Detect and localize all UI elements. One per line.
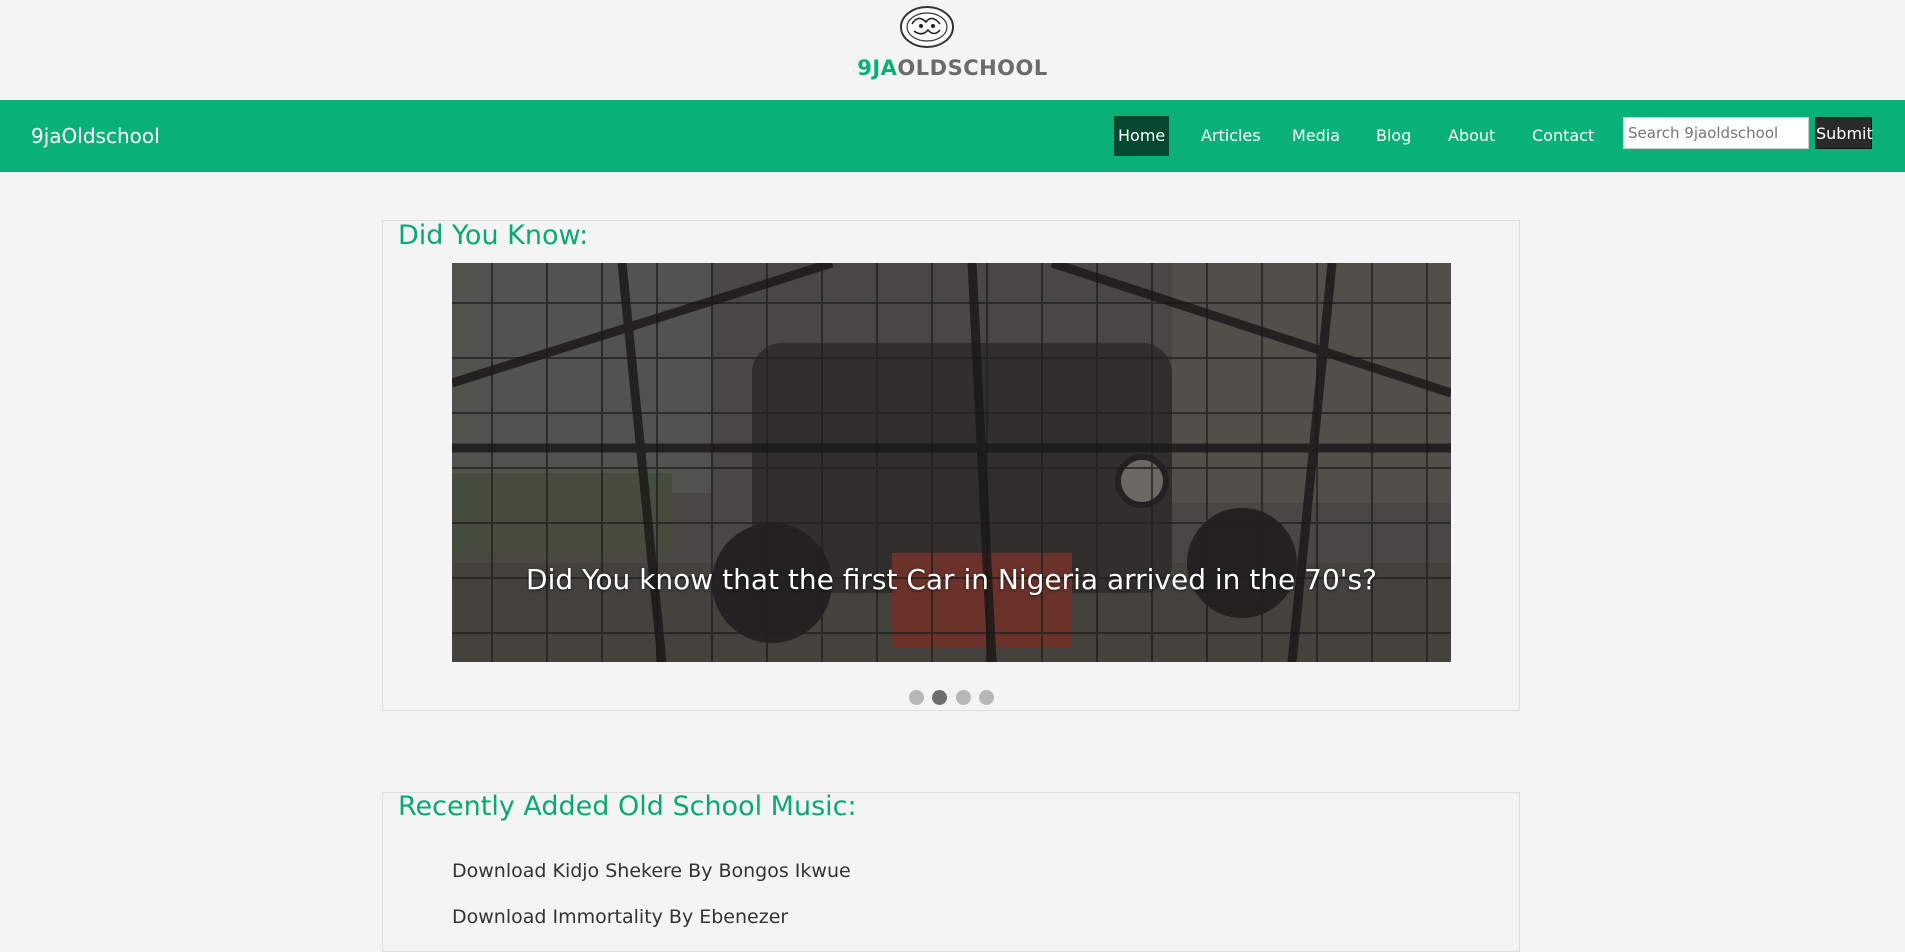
music-link[interactable]: Download Immortality By Ebenezer [452, 906, 788, 928]
slide-caption: Did You know that the first Car in Niger… [526, 563, 1377, 596]
nav-articles[interactable]: Articles [1197, 116, 1265, 156]
recent-music-title: Recently Added Old School Music: [398, 791, 857, 822]
carousel-dot-4[interactable] [979, 690, 994, 705]
music-link[interactable]: Download Kidjo Shekere By Bongos Ikwue [452, 860, 851, 882]
did-you-know-title: Did You Know: [398, 220, 589, 251]
slide-image [452, 263, 1451, 662]
site-logo[interactable]: 9JAOLDSCHOOL [0, 0, 1905, 100]
nav-contact[interactable]: Contact [1528, 116, 1598, 156]
navbar-brand[interactable]: 9jaOldschool [31, 124, 160, 148]
nav-about[interactable]: About [1444, 116, 1499, 156]
carousel-dot-2[interactable] [932, 690, 947, 705]
navbar: 9jaOldschool [0, 100, 1905, 172]
carousel-slide[interactable]: Did You know that the first Car in Niger… [452, 263, 1451, 662]
logo-wordmark: 9JAOLDSCHOOL [0, 56, 1905, 80]
old-school-badge-icon [900, 6, 954, 48]
nav-media[interactable]: Media [1288, 116, 1344, 156]
nav-blog[interactable]: Blog [1372, 116, 1415, 156]
logo-text-9ja: 9JA [857, 56, 898, 80]
search-submit-button[interactable]: Submit [1815, 117, 1873, 149]
logo-text-oldschool: OLDSCHOOL [897, 56, 1048, 80]
carousel-dot-1[interactable] [909, 690, 924, 705]
nav-home[interactable]: Home [1114, 116, 1170, 156]
search-input[interactable] [1623, 117, 1809, 149]
carousel-dot-3[interactable] [956, 690, 971, 705]
